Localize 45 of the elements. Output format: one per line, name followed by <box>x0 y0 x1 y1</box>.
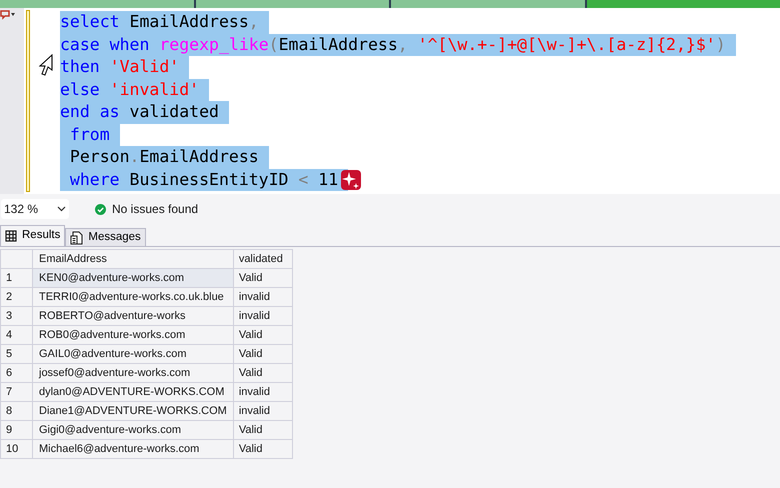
row-number[interactable]: 2 <box>0 288 32 306</box>
result-tab[interactable]: Results <box>0 225 66 246</box>
table-cell[interactable]: Valid <box>233 326 292 344</box>
row-number[interactable]: 8 <box>0 402 32 420</box>
table-cell[interactable]: GAIL0@adventure-works.com <box>32 344 234 364</box>
table-cell[interactable]: TERRI0@adventure-works.co.uk.blue <box>32 288 234 306</box>
column-header[interactable]: validated <box>233 250 292 268</box>
grid-icon <box>5 230 17 242</box>
document-icon <box>70 230 84 244</box>
document-tab[interactable] <box>196 0 389 8</box>
table-cell[interactable]: jossef0@adventure-works.com <box>32 364 234 382</box>
document-tab[interactable] <box>391 0 584 8</box>
cursor-arrow-icon <box>38 54 54 76</box>
table-cell[interactable]: Valid <box>233 268 292 288</box>
table-cell[interactable]: invalid <box>233 402 292 420</box>
table-cell[interactable]: Valid <box>233 364 292 382</box>
zoom-dropdown[interactable]: 132 % <box>1 199 69 219</box>
row-number[interactable]: 4 <box>0 326 32 344</box>
row-number[interactable]: 5 <box>0 344 32 364</box>
table-cell[interactable]: invalid <box>233 306 292 326</box>
table-cell[interactable]: ROBERTO@adventure-works <box>32 306 234 326</box>
row-number[interactable]: 7 <box>0 382 32 402</box>
row-number[interactable]: 3 <box>0 306 32 326</box>
row-number[interactable]: 6 <box>0 364 32 382</box>
table-cell[interactable]: invalid <box>233 382 292 402</box>
table-cell[interactable]: Diane1@ADVENTURE-WORKS.COM <box>32 402 234 420</box>
table-cell[interactable]: KEN0@adventure-works.com <box>32 268 234 288</box>
table-cell[interactable]: Michael6@adventure-works.com <box>32 440 234 458</box>
row-number[interactable]: 10 <box>0 440 32 458</box>
table-cell[interactable]: invalid <box>233 288 292 306</box>
status-message: No issues found <box>112 201 198 218</box>
row-number[interactable]: 9 <box>0 420 32 440</box>
sparkle-badge-icon[interactable] <box>340 168 362 191</box>
column-header[interactable]: EmailAddress <box>32 250 234 268</box>
table-cell[interactable]: ROB0@adventure-works.com <box>32 326 234 344</box>
chevron-down-icon <box>57 206 66 212</box>
result-tab[interactable]: Messages <box>65 228 146 246</box>
table-cell[interactable]: dylan0@ADVENTURE-WORKS.COM <box>32 382 234 402</box>
document-tab[interactable] <box>586 0 780 8</box>
table-cell[interactable]: Valid <box>233 344 292 364</box>
table-cell[interactable]: Valid <box>233 440 292 458</box>
table-cell[interactable]: Gigi0@adventure-works.com <box>32 420 234 440</box>
check-circle-icon <box>95 204 106 214</box>
table-cell[interactable]: Valid <box>233 420 292 440</box>
comment-bubble-icon[interactable] <box>0 10 16 20</box>
